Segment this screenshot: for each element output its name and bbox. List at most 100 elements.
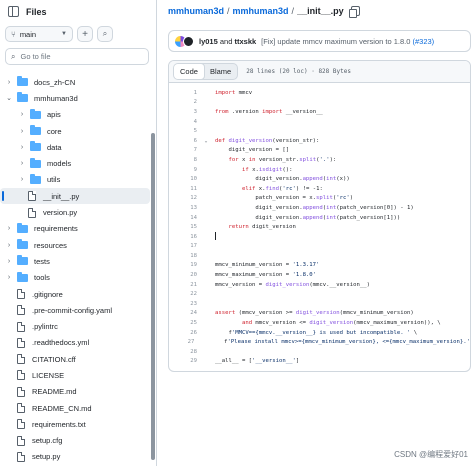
line-number[interactable]: 7: [169, 147, 197, 153]
chevron-right-icon[interactable]: ›: [5, 258, 13, 265]
line-number[interactable]: 4: [169, 119, 197, 125]
chevron-right-icon[interactable]: ›: [5, 79, 13, 86]
tree-item[interactable]: ⌄ mmhuman3d: [0, 90, 150, 106]
tree-item[interactable]: .gitignore: [0, 286, 150, 302]
line-number[interactable]: 3: [169, 109, 197, 115]
file-icon: [17, 354, 25, 365]
tree-item[interactable]: LICENSE: [0, 367, 150, 383]
line-number[interactable]: 24: [169, 310, 197, 316]
tree-item[interactable]: CITATION.cff: [0, 351, 150, 367]
breadcrumb-repo-link[interactable]: mmhuman3d: [168, 6, 224, 16]
line-number[interactable]: 27: [169, 339, 195, 345]
chevron-right-icon[interactable]: ›: [18, 128, 26, 135]
chevron-right-icon[interactable]: ›: [18, 111, 26, 118]
code-line: 18: [169, 251, 470, 261]
tree-item-label: __init__.py: [43, 191, 80, 201]
chevron-right-icon[interactable]: ›: [5, 274, 13, 281]
chevron-right-icon[interactable]: ›: [18, 160, 26, 167]
tree-item[interactable]: .readthedocs.yml: [0, 335, 150, 351]
line-number[interactable]: 6: [169, 138, 197, 144]
code-line: 1 import mmcv: [169, 88, 470, 98]
fold-chevron-icon[interactable]: ⌄: [197, 138, 215, 144]
chevron-right-icon[interactable]: ›: [18, 176, 26, 183]
code-line: 10 digit_version.append(int(x)): [169, 174, 470, 184]
code-line: 19 mmcv_minimum_version = '1.3.17': [169, 261, 470, 271]
commit-message[interactable]: [Fix] update mmcv maximum version to 1.8…: [261, 37, 434, 46]
line-number[interactable]: 16: [169, 234, 197, 240]
line-number[interactable]: 29: [169, 358, 197, 364]
chevron-right-icon[interactable]: ›: [5, 242, 13, 249]
tree-item[interactable]: › resources: [0, 237, 150, 253]
line-number[interactable]: 26: [169, 330, 197, 336]
pr-link[interactable]: (#323): [412, 37, 434, 46]
go-to-file-box[interactable]: ⌕: [5, 48, 149, 65]
line-number[interactable]: 1: [169, 90, 197, 96]
tree-item[interactable]: __init__.py: [0, 188, 150, 205]
line-number[interactable]: 2: [169, 99, 197, 105]
chevron-right-icon[interactable]: ›: [5, 225, 13, 232]
code-lines[interactable]: 1 import mmcv 2 3 from .version import __ver…: [169, 83, 470, 366]
search-icon: ⌕: [11, 51, 16, 61]
tree-item[interactable]: .pylintrc: [0, 318, 150, 334]
line-number[interactable]: 22: [169, 291, 197, 297]
branch-name: main: [19, 29, 37, 39]
code-text: for x in version_str.split('.'):: [228, 156, 337, 163]
folder-icon: [17, 255, 28, 266]
line-number[interactable]: 28: [169, 349, 197, 355]
line-number[interactable]: 5: [169, 128, 197, 134]
line-number[interactable]: 15: [169, 224, 197, 230]
line-number[interactable]: 25: [169, 320, 197, 326]
breadcrumb-folder-link[interactable]: mmhuman3d: [233, 6, 289, 16]
sidebar-collapse-icon[interactable]: [8, 6, 19, 17]
tree-item[interactable]: setup.cfg: [0, 433, 150, 449]
code-line: 27 f'Please install mmcv>={mmcv_minimum_…: [169, 337, 470, 347]
line-number[interactable]: 14: [169, 215, 197, 221]
code-text: elif x.find('rc') != -1:: [241, 185, 323, 192]
tree-item[interactable]: › core: [0, 123, 150, 139]
search-button[interactable]: ⌕: [97, 26, 113, 42]
folder-icon: [30, 173, 41, 184]
tree-item[interactable]: requirements.txt: [0, 416, 150, 432]
chevron-right-icon[interactable]: ›: [18, 144, 26, 151]
line-number[interactable]: 10: [169, 176, 197, 182]
line-number[interactable]: 11: [169, 186, 197, 192]
line-number[interactable]: 13: [169, 205, 197, 211]
line-number[interactable]: 19: [169, 262, 197, 268]
tree-item[interactable]: › tools: [0, 270, 150, 286]
chevron-down-icon[interactable]: ⌄: [5, 94, 13, 102]
tree-item[interactable]: setup.py: [0, 449, 150, 465]
tree-item[interactable]: › tests: [0, 253, 150, 269]
tree-item[interactable]: › requirements: [0, 221, 150, 237]
author-link[interactable]: ttxskk: [234, 37, 256, 46]
tree-item[interactable]: › models: [0, 155, 150, 171]
tree-item[interactable]: › docs_zh-CN: [0, 74, 150, 90]
tree-item[interactable]: .pre-commit-config.yaml: [0, 302, 150, 318]
tree-item[interactable]: README.md: [0, 384, 150, 400]
code-text: digit_version = []: [215, 147, 290, 154]
folder-icon: [17, 92, 28, 103]
line-number[interactable]: 23: [169, 301, 197, 307]
tree-item[interactable]: README_CN.md: [0, 400, 150, 416]
copy-path-icon[interactable]: [348, 6, 360, 18]
line-number[interactable]: 21: [169, 282, 197, 288]
line-number[interactable]: 20: [169, 272, 197, 278]
line-number[interactable]: 8: [169, 157, 197, 163]
files-title: Files: [26, 6, 47, 17]
tree-item[interactable]: › apis: [0, 107, 150, 123]
tab-code[interactable]: Code: [174, 64, 205, 79]
tree-scrollbar[interactable]: [151, 133, 155, 460]
chevron-down-icon: ▼: [61, 31, 67, 37]
tree-item[interactable]: › utils: [0, 172, 150, 188]
add-file-button[interactable]: +: [77, 26, 93, 42]
line-number[interactable]: 17: [169, 243, 197, 249]
line-number[interactable]: 12: [169, 195, 197, 201]
tab-blame[interactable]: Blame: [204, 64, 237, 79]
tree-item[interactable]: version.py: [0, 204, 150, 220]
go-to-file-input[interactable]: [20, 52, 131, 61]
line-number[interactable]: 9: [169, 167, 197, 173]
tree-item[interactable]: › data: [0, 139, 150, 155]
line-number[interactable]: 18: [169, 253, 197, 259]
avatar[interactable]: [183, 35, 194, 47]
author-link[interactable]: ly015: [199, 37, 218, 46]
branch-selector[interactable]: ⑂ main ▼: [5, 26, 73, 42]
